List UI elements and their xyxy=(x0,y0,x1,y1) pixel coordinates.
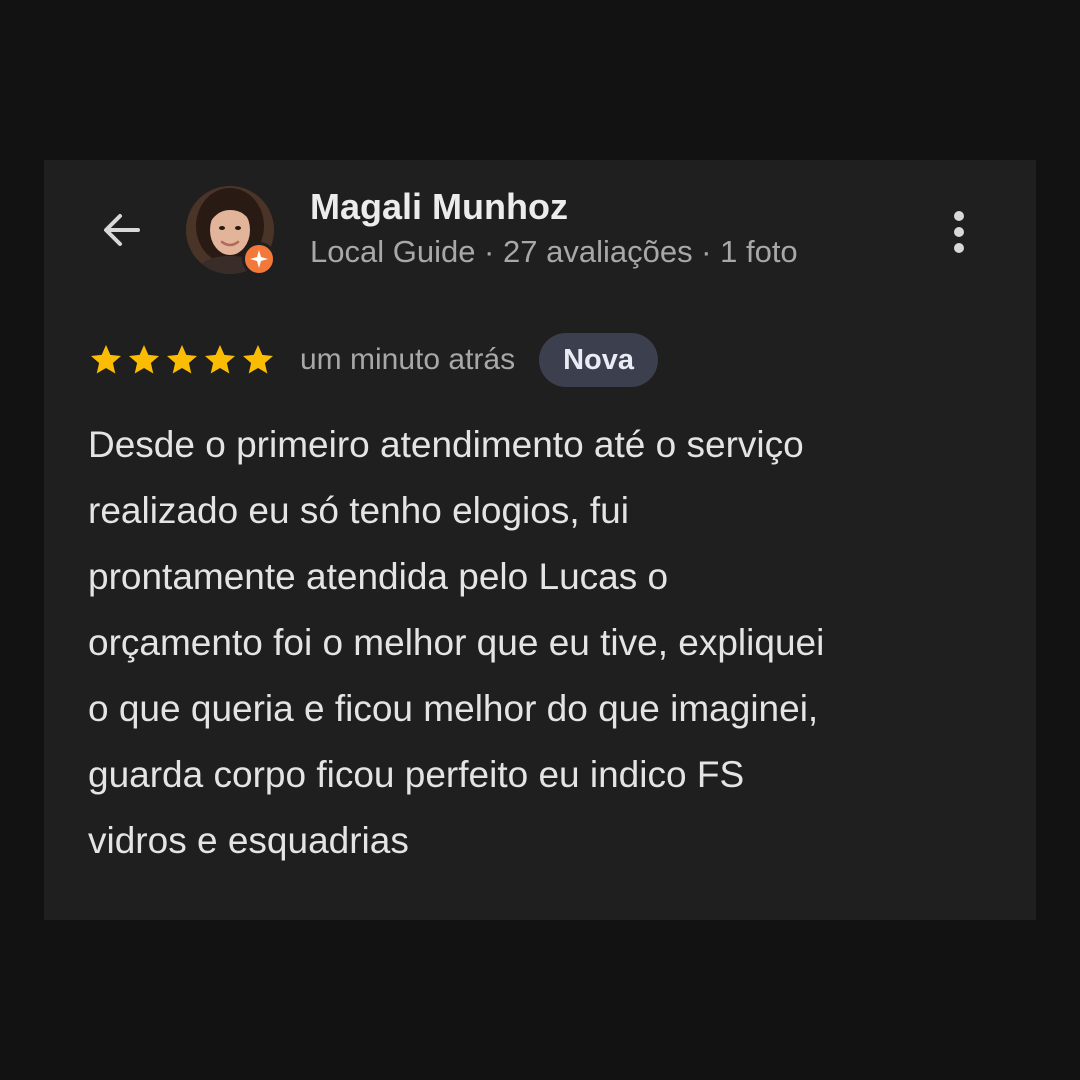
star-icon xyxy=(205,345,235,374)
review-text: Desde o primeiro atendimento até o servi… xyxy=(88,424,825,861)
review-card: Magali Munhoz Local Guide · 27 avaliaçõe… xyxy=(44,160,1036,920)
author-name[interactable]: Magali Munhoz xyxy=(310,186,568,228)
arrow-left-icon xyxy=(104,214,140,246)
avatar[interactable] xyxy=(186,186,278,278)
local-guide-star-icon xyxy=(242,242,276,276)
star-icon xyxy=(243,345,273,374)
star-icon xyxy=(91,345,121,374)
star-icon xyxy=(167,345,197,374)
star-rating xyxy=(88,342,276,378)
new-badge: Nova xyxy=(539,333,659,387)
star-icon xyxy=(129,345,159,374)
more-vertical-icon xyxy=(954,211,964,221)
rating-row: um minuto atrás Nova xyxy=(88,332,659,388)
review-time: um minuto atrás xyxy=(300,343,516,376)
more-options-button[interactable] xyxy=(940,204,978,260)
back-button[interactable] xyxy=(96,204,148,256)
author-meta: Local Guide · 27 avaliações · 1 foto xyxy=(310,234,798,269)
